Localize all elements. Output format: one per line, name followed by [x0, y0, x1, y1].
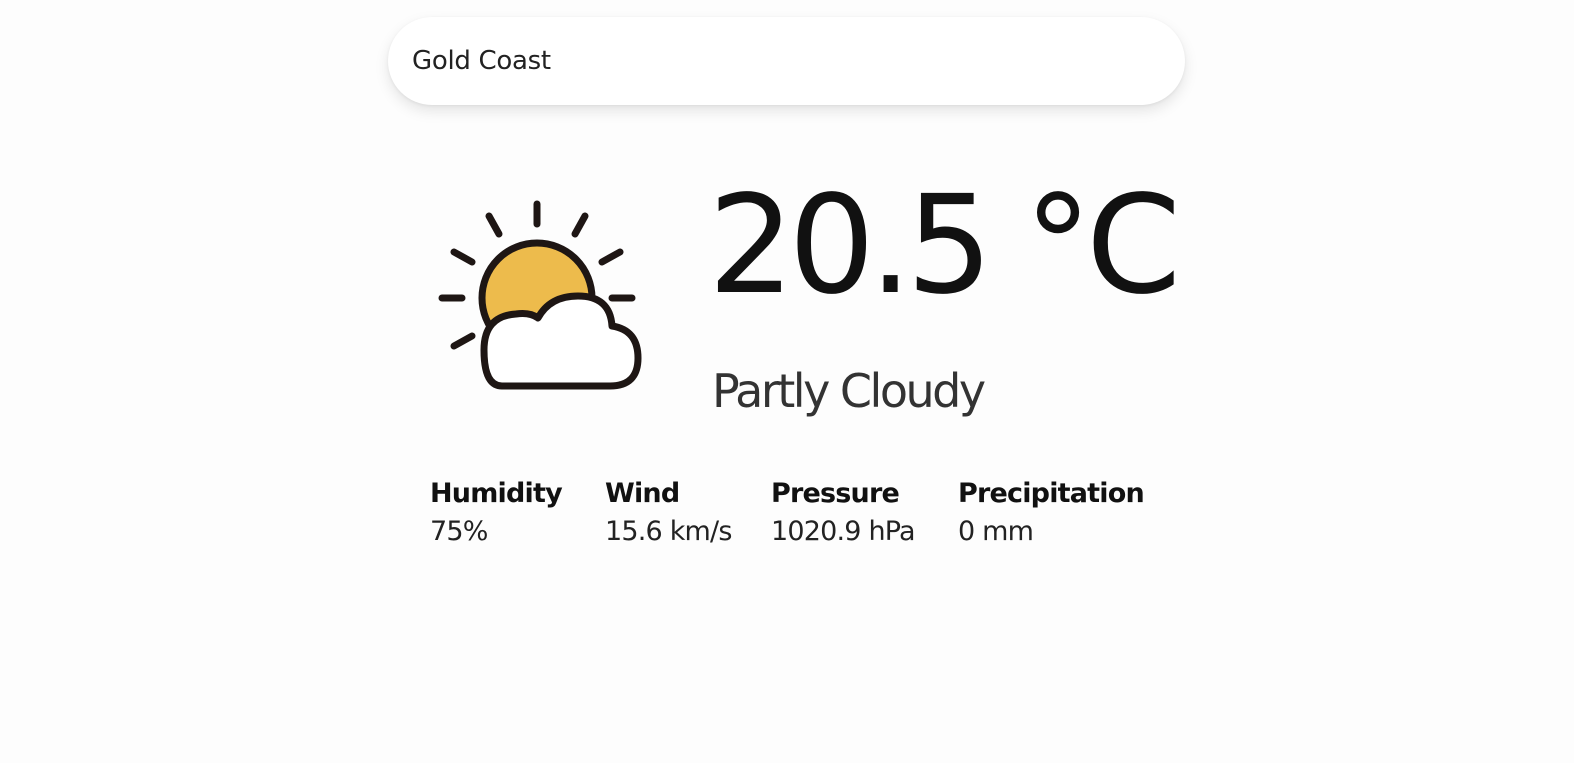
search-box[interactable] — [388, 17, 1185, 105]
stat-precipitation: Precipitation 0 mm — [958, 478, 1145, 547]
stat-value: 15.6 km/s — [605, 516, 732, 547]
stat-label: Precipitation — [958, 478, 1145, 509]
search-input[interactable] — [412, 41, 1152, 81]
stat-label: Humidity — [430, 478, 563, 509]
stat-pressure: Pressure 1020.9 hPa — [771, 478, 916, 547]
temperature-value: 20.5 °C — [708, 167, 1181, 325]
weather-app: 20.5 °C Partly Cloudy Humidity 75% Wind … — [0, 0, 1574, 763]
weather-condition: Partly Cloudy — [712, 364, 986, 418]
stat-label: Wind — [605, 478, 680, 509]
stat-value: 1020.9 hPa — [771, 516, 916, 547]
partly-cloudy-icon — [432, 196, 646, 396]
stat-value: 75% — [430, 516, 488, 547]
stat-value: 0 mm — [958, 516, 1034, 547]
stat-label: Pressure — [771, 478, 900, 509]
stat-humidity: Humidity 75% — [430, 478, 563, 547]
stat-wind: Wind 15.6 km/s — [605, 480, 732, 545]
